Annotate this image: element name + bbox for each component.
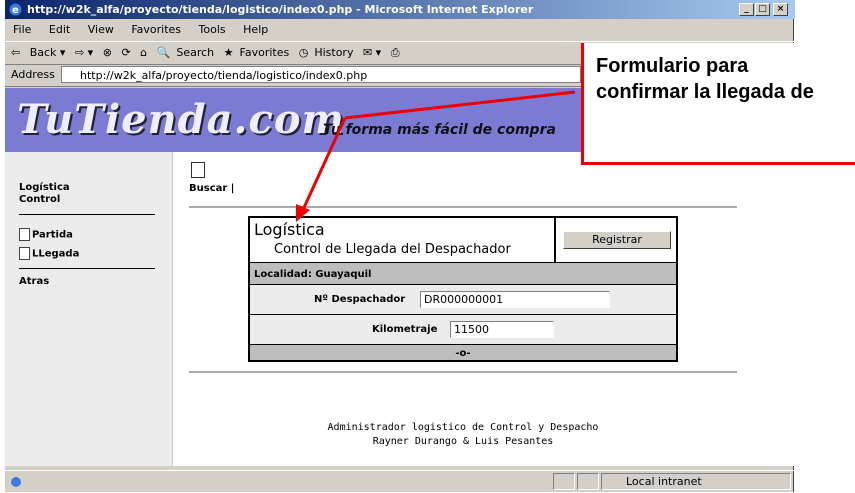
annotation-callout: Formulario para confirmar la llegada de [581,43,855,165]
